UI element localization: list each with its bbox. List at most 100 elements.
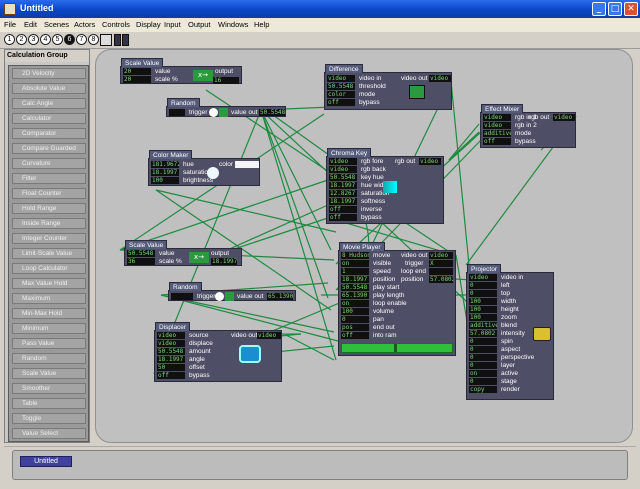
input-value[interactable]: video: [329, 166, 357, 173]
input-value[interactable]: 0: [469, 338, 497, 345]
input-value[interactable]: 50.5548: [341, 284, 369, 291]
input-value[interactable]: off: [329, 206, 357, 213]
input-value[interactable]: video: [157, 340, 185, 347]
scene-button-6[interactable]: 6: [64, 34, 75, 45]
input-value[interactable]: 0: [469, 282, 497, 289]
library-item[interactable]: Curvature: [12, 158, 86, 169]
playhead[interactable]: [394, 344, 397, 352]
input-value[interactable]: 100: [341, 308, 369, 315]
library-item[interactable]: Integer Counter: [12, 233, 86, 244]
input-value[interactable]: on: [341, 260, 369, 267]
scene-button-5[interactable]: 5: [52, 34, 63, 45]
input-value[interactable]: 0: [469, 346, 497, 353]
actor-color-maker[interactable]: Color Maker 181.9672 hue 18.1997 saturatio…: [148, 150, 260, 186]
scene-button-7[interactable]: 7: [76, 34, 87, 45]
input-value[interactable]: off: [341, 332, 369, 339]
actor-movie-player[interactable]: Movie Player 8 Hudson movie on visible 1 sp…: [338, 242, 456, 356]
library-item[interactable]: Pass Value: [12, 338, 86, 349]
input-value[interactable]: 0: [469, 354, 497, 361]
input-value[interactable]: 0: [341, 316, 369, 323]
library-item[interactable]: Value Select: [12, 428, 86, 439]
input-value[interactable]: 18.1997: [341, 276, 369, 283]
menu-controls[interactable]: Controls: [102, 20, 130, 29]
input-value[interactable]: 18.1997: [329, 182, 357, 189]
input-value[interactable]: 50.5548: [127, 250, 155, 257]
stage-icon[interactable]: [114, 34, 121, 46]
input-value[interactable]: additive: [483, 130, 511, 137]
library-item[interactable]: Absolute Value: [12, 83, 86, 94]
input-value[interactable]: 0: [469, 362, 497, 369]
input-value[interactable]: 100: [469, 306, 497, 313]
maximize-button[interactable]: □: [608, 2, 622, 16]
actor-scale-value-2[interactable]: Scale Value 50.5548 value 36 scale % x→ ou…: [124, 240, 242, 266]
actor-displacer[interactable]: Displacer video source video displace 50.5…: [154, 322, 282, 382]
library-item[interactable]: Max Value Hold: [12, 278, 86, 289]
menu-output[interactable]: Output: [188, 20, 211, 29]
actor-random-1[interactable]: Random trigger value out 50.5548: [166, 98, 286, 117]
input-value[interactable]: 20: [123, 68, 151, 75]
actor-scale-value-1[interactable]: Scale Value 20 value 20 scale % x→ output 1…: [120, 58, 242, 84]
input-value[interactable]: video: [329, 158, 357, 165]
scene-button-8[interactable]: 8: [88, 34, 99, 45]
display-icon[interactable]: [100, 34, 112, 46]
menu-file[interactable]: File: [4, 20, 16, 29]
scene-tab[interactable]: Untitled: [20, 456, 72, 467]
input-value[interactable]: additive: [469, 322, 497, 329]
input-value[interactable]: color: [327, 91, 355, 98]
input-value[interactable]: 50.5548: [329, 174, 357, 181]
input-value[interactable]: off: [327, 99, 355, 106]
menu-actors[interactable]: Actors: [74, 20, 95, 29]
minimize-button[interactable]: _: [592, 2, 606, 16]
input-value[interactable]: 18.1997: [329, 198, 357, 205]
input-value[interactable]: 50.5548: [157, 348, 185, 355]
library-item[interactable]: Calculator: [12, 113, 86, 124]
library-item[interactable]: Smoother: [12, 383, 86, 394]
input-value[interactable]: 100: [469, 298, 497, 305]
library-item[interactable]: Random: [12, 353, 86, 364]
input-value[interactable]: video: [157, 332, 185, 339]
input-value[interactable]: 0: [469, 290, 497, 297]
library-item[interactable]: Toggle: [12, 413, 86, 424]
actor-random-2[interactable]: Random trigger value out 65.1390: [168, 282, 296, 301]
input-value[interactable]: 65.1390: [341, 292, 369, 299]
input-value[interactable]: on: [341, 300, 369, 307]
input-value[interactable]: 18.1997: [157, 356, 185, 363]
scene-button-4[interactable]: 4: [40, 34, 51, 45]
input-value[interactable]: 36: [127, 258, 155, 265]
input-value[interactable]: off: [329, 214, 357, 221]
input-value[interactable]: 0: [469, 378, 497, 385]
input-value[interactable]: video: [469, 274, 497, 281]
input-value[interactable]: on: [469, 370, 497, 377]
library-item[interactable]: Maximum: [12, 293, 86, 304]
actor-projector[interactable]: Projector video video in 0 left 0 top 100 wi…: [466, 264, 554, 400]
input-value[interactable]: video: [483, 122, 511, 129]
input-value[interactable]: 50.5548: [327, 83, 355, 90]
view-icon[interactable]: [122, 34, 129, 46]
close-button[interactable]: ✕: [624, 2, 638, 16]
scene-editor-canvas[interactable]: Scale Value 20 value 20 scale % x→ output 1…: [95, 49, 633, 443]
input-value[interactable]: 18.1997: [151, 169, 179, 176]
input-value[interactable]: off: [157, 372, 185, 379]
input-value[interactable]: 12.8267: [329, 190, 357, 197]
input-value[interactable]: video: [483, 114, 511, 121]
input-value[interactable]: video: [327, 75, 355, 82]
input-value[interactable]: 100: [469, 314, 497, 321]
menu-edit[interactable]: Edit: [24, 20, 37, 29]
input-value[interactable]: 8 Hudson: [341, 252, 369, 259]
input-value[interactable]: off: [483, 138, 511, 145]
library-item[interactable]: Float Counter: [12, 188, 86, 199]
library-item[interactable]: Scale Value: [12, 368, 86, 379]
playback-progress-bar[interactable]: [341, 343, 453, 353]
menu-help[interactable]: Help: [254, 20, 269, 29]
library-item[interactable]: Minimum: [12, 323, 86, 334]
library-item[interactable]: Table: [12, 398, 86, 409]
library-item[interactable]: Comparator: [12, 128, 86, 139]
library-item[interactable]: Filter: [12, 173, 86, 184]
input-value[interactable]: 181.9672: [151, 161, 179, 168]
scene-button-1[interactable]: 1: [4, 34, 15, 45]
input-value[interactable]: 100: [151, 177, 179, 184]
library-item[interactable]: Loop Calculator: [12, 263, 86, 274]
library-item[interactable]: Min-Max Hold: [12, 308, 86, 319]
scene-button-3[interactable]: 3: [28, 34, 39, 45]
library-item[interactable]: Compare Guarded: [12, 143, 86, 154]
